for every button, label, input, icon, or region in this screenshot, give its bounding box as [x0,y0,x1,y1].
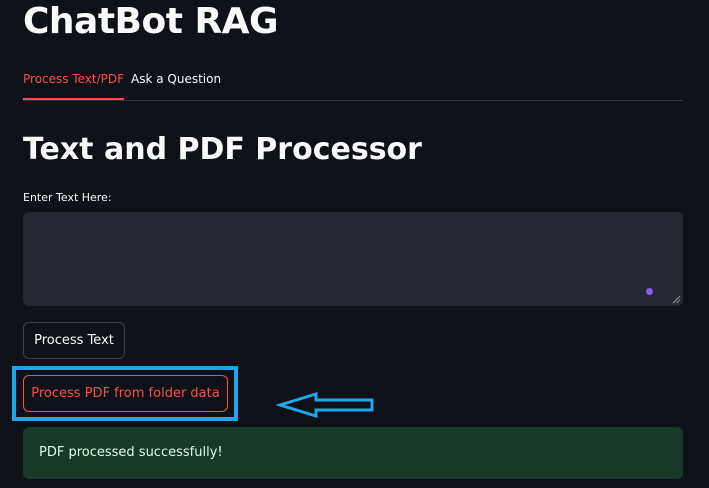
success-alert: PDF processed successfully! [23,427,683,479]
tab-ask-a-question[interactable]: Ask a Question [131,60,221,98]
text-input[interactable] [23,212,683,306]
text-input-container [23,212,683,306]
tab-bar: Process Text/PDF Ask a Question [23,60,683,101]
section-title: Text and PDF Processor [23,132,422,167]
app-title: ChatBot RAG [23,1,279,42]
purple-dot-icon [646,288,653,295]
resize-handle-icon[interactable] [671,294,681,304]
text-input-label: Enter Text Here: [23,191,112,204]
app-page: ChatBot RAG Process Text/PDF Ask a Quest… [0,0,709,488]
process-pdf-button[interactable]: Process PDF from folder data [23,375,228,412]
tab-process-text-pdf[interactable]: Process Text/PDF [23,60,125,100]
arrow-left-icon [276,391,374,419]
process-text-button[interactable]: Process Text [23,322,125,359]
